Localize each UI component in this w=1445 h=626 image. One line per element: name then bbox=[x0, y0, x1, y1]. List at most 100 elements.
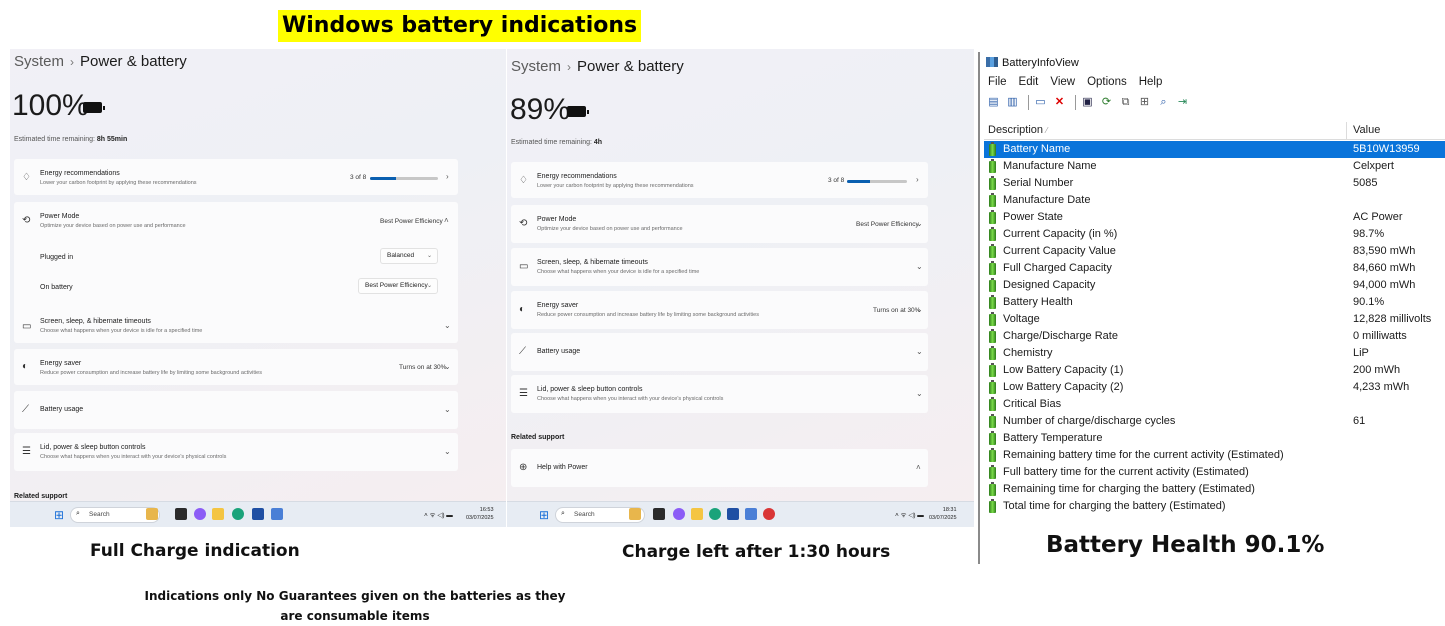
column-value[interactable]: Value bbox=[1353, 124, 1380, 136]
list-item[interactable]: Remaining time for charging the battery … bbox=[984, 481, 1445, 498]
energy-saver-card[interactable]: ◐ Energy saver Reduce power consumption … bbox=[14, 349, 458, 385]
list-item[interactable]: Number of charge/discharge cycles 61 bbox=[984, 413, 1445, 430]
battery-item-icon bbox=[989, 431, 996, 445]
list-item[interactable]: Battery Name 5B10W13959 bbox=[984, 141, 1445, 158]
app-icon[interactable] bbox=[763, 508, 775, 520]
list-item[interactable]: Total time for charging the battery (Est… bbox=[984, 498, 1445, 515]
delete-icon[interactable]: ✕ bbox=[1052, 95, 1067, 110]
edge-icon[interactable] bbox=[709, 508, 721, 520]
store-icon[interactable] bbox=[252, 508, 264, 520]
taskbar: ⊞ Search ⌕ ˄ ᯤ ◁) ▬ 16:53 03/07/2025 bbox=[10, 501, 506, 527]
battery-item-icon bbox=[989, 448, 996, 462]
screen-sleep-card[interactable]: ▭ Screen, sleep, & hibernate timeouts Ch… bbox=[14, 309, 458, 343]
windows-start-icon[interactable]: ⊞ bbox=[54, 508, 64, 522]
exit-icon[interactable]: ⇥ bbox=[1175, 95, 1190, 110]
save-icon[interactable]: ▣ bbox=[1080, 95, 1095, 110]
on-battery-dropdown[interactable]: Best Power Efficiency ⌄ bbox=[358, 278, 438, 294]
list-item[interactable]: Battery Temperature bbox=[984, 430, 1445, 447]
list-item[interactable]: Full battery time for the current activi… bbox=[984, 464, 1445, 481]
list-item[interactable]: Low Battery Capacity (1) 200 mWh bbox=[984, 362, 1445, 379]
taskbar-clock[interactable]: 16:53 03/07/2025 bbox=[466, 506, 494, 522]
battery-item-icon bbox=[989, 363, 996, 377]
breadcrumb-system[interactable]: System bbox=[511, 58, 561, 75]
find-icon[interactable]: ⌕ bbox=[1156, 95, 1171, 110]
task-view-icon[interactable] bbox=[175, 508, 187, 520]
help-with-power-card[interactable]: ⊕ Help with Power ˄ bbox=[511, 449, 928, 487]
system-tray-icons[interactable]: ˄ ᯤ ◁) ▬ bbox=[895, 510, 924, 519]
headline: Windows battery indications bbox=[278, 10, 642, 42]
copilot-icon[interactable] bbox=[673, 508, 685, 520]
energy-saver-card[interactable]: ◐ Energy saver Reduce power consumption … bbox=[511, 291, 928, 329]
list-item[interactable]: Charge/Discharge Rate 0 milliwatts bbox=[984, 328, 1445, 345]
menu-help[interactable]: Help bbox=[1139, 76, 1163, 88]
list-item[interactable]: Voltage 12,828 millivolts bbox=[984, 311, 1445, 328]
power-mode-card[interactable]: ⟲ Power Mode Optimize your device based … bbox=[14, 202, 458, 314]
list-item[interactable]: Full Charged Capacity 84,660 mWh bbox=[984, 260, 1445, 277]
breadcrumb: System › Power & battery bbox=[14, 53, 187, 70]
column-divider[interactable] bbox=[1346, 122, 1347, 140]
system-tray-icons[interactable]: ˄ ᯤ ◁) ▬ bbox=[424, 510, 453, 519]
copy-icon[interactable]: ⧉ bbox=[1118, 95, 1133, 110]
menu-view[interactable]: View bbox=[1050, 76, 1075, 88]
property-value: 83,590 mWh bbox=[1353, 245, 1416, 257]
edge-icon[interactable] bbox=[232, 508, 244, 520]
menu-options[interactable]: Options bbox=[1087, 76, 1127, 88]
widgets-icon[interactable] bbox=[146, 508, 158, 520]
energy-recommendations-card[interactable]: ♢ Energy recommendations Lower your carb… bbox=[511, 162, 928, 198]
property-value: 4,233 mWh bbox=[1353, 381, 1410, 393]
widgets-icon[interactable] bbox=[629, 508, 641, 520]
property-description: Manufacture Name bbox=[1003, 160, 1097, 172]
battery-usage-card[interactable]: ⟋ Battery usage ⌄ bbox=[14, 391, 458, 429]
list-item[interactable]: Critical Bias bbox=[984, 396, 1445, 413]
refresh-icon[interactable]: ⟳ bbox=[1099, 95, 1114, 110]
battery-usage-card[interactable]: ⟋ Battery usage ⌄ bbox=[511, 333, 928, 371]
settings-icon[interactable] bbox=[745, 508, 757, 520]
settings-icon[interactable] bbox=[271, 508, 283, 520]
chevron-up-icon[interactable]: ˄ bbox=[444, 216, 449, 225]
plugged-in-dropdown[interactable]: Balanced ⌄ bbox=[380, 248, 438, 264]
menu-edit[interactable]: Edit bbox=[1019, 76, 1039, 88]
list-item[interactable]: Current Capacity Value 83,590 mWh bbox=[984, 243, 1445, 260]
property-value: 200 mWh bbox=[1353, 364, 1401, 376]
lid-power-card[interactable]: ☰ Lid, power & sleep button controls Cho… bbox=[14, 433, 458, 471]
caption-battery-health: Battery Health 90.1% bbox=[1046, 532, 1325, 558]
list-item[interactable]: Chemistry LiP bbox=[984, 345, 1445, 362]
energy-recommendations-card[interactable]: ♢ Energy recommendations Lower your carb… bbox=[14, 159, 458, 195]
list-item[interactable]: Serial Number 5085 bbox=[984, 175, 1445, 192]
column-description[interactable]: Description ⁄ bbox=[988, 124, 1047, 136]
lid-power-card[interactable]: ☰ Lid, power & sleep button controls Cho… bbox=[511, 375, 928, 413]
store-icon[interactable] bbox=[727, 508, 739, 520]
list-item[interactable]: Current Capacity (in %) 98.7% bbox=[984, 226, 1445, 243]
breadcrumb: System › Power & battery bbox=[511, 58, 684, 75]
windows-start-icon[interactable]: ⊞ bbox=[539, 508, 549, 522]
screen-sleep-card[interactable]: ▭ Screen, sleep, & hibernate timeouts Ch… bbox=[511, 248, 928, 286]
list-item[interactable]: Remaining battery time for the current a… bbox=[984, 447, 1445, 464]
card-title: Power Mode bbox=[537, 216, 577, 223]
battery-mode-icon[interactable]: ▤ bbox=[986, 95, 1001, 110]
list-item[interactable]: Designed Capacity 94,000 mWh bbox=[984, 277, 1445, 294]
chevron-right-icon: › bbox=[916, 175, 919, 184]
battery-icon bbox=[567, 106, 589, 117]
breadcrumb-system[interactable]: System bbox=[14, 53, 64, 70]
battery-item-icon bbox=[989, 329, 996, 343]
list-item[interactable]: Battery Health 90.1% bbox=[984, 294, 1445, 311]
list-item[interactable]: Manufacture Name Celxpert bbox=[984, 158, 1445, 175]
file-explorer-icon[interactable] bbox=[212, 508, 224, 520]
property-description: Low Battery Capacity (2) bbox=[1003, 381, 1124, 393]
chevron-down-icon: ⌄ bbox=[916, 305, 923, 314]
list-item[interactable]: Manufacture Date bbox=[984, 192, 1445, 209]
property-description: Number of charge/discharge cycles bbox=[1003, 415, 1176, 427]
power-mode-card[interactable]: ⟲ Power Mode Optimize your device based … bbox=[511, 205, 928, 243]
list-item[interactable]: Power State AC Power bbox=[984, 209, 1445, 226]
properties-icon[interactable]: ▭ bbox=[1033, 95, 1048, 110]
list-item[interactable]: Low Battery Capacity (2) 4,233 mWh bbox=[984, 379, 1445, 396]
log-mode-icon[interactable]: ▥ bbox=[1005, 95, 1020, 110]
taskbar-clock[interactable]: 18:31 03/07/2025 bbox=[929, 506, 957, 522]
file-explorer-icon[interactable] bbox=[691, 508, 703, 520]
menu-file[interactable]: File bbox=[988, 76, 1007, 88]
task-view-icon[interactable] bbox=[653, 508, 665, 520]
report-icon[interactable]: ⊞ bbox=[1137, 95, 1152, 110]
card-title: Energy saver bbox=[537, 302, 579, 309]
copilot-icon[interactable] bbox=[194, 508, 206, 520]
card-title: Energy recommendations bbox=[40, 170, 120, 177]
